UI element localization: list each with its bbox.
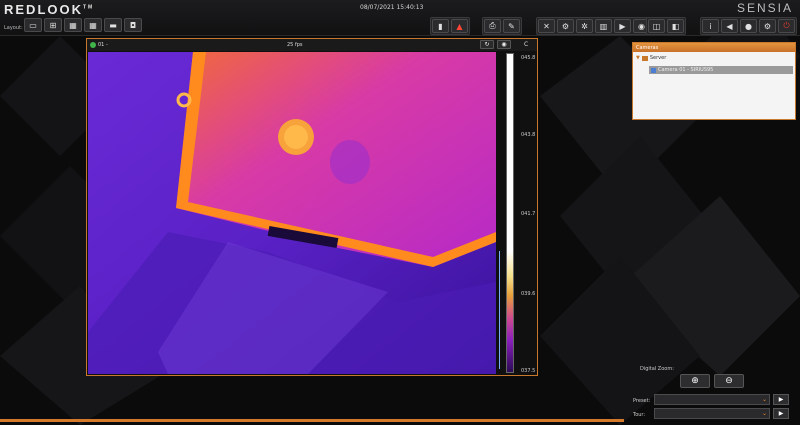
config-button[interactable]: ⚙ [759, 19, 776, 33]
zoom-in-button[interactable]: ⊕ [680, 374, 710, 388]
server-label: Server [649, 55, 667, 61]
sensia-brand: SENSIA [737, 1, 794, 15]
scale-range-marker[interactable] [499, 251, 503, 369]
layout-camera-view-button[interactable]: ◘ [124, 18, 142, 32]
camera-label: Camera 01 - SIRIUS95 [658, 67, 714, 73]
print-report-button[interactable]: ⎙ [484, 19, 501, 33]
scale-label-3: 041.7 [521, 211, 536, 217]
user-button[interactable]: ● [740, 19, 757, 33]
layout-left-button[interactable]: ◫ [648, 19, 665, 33]
layout-right-button[interactable]: ◧ [667, 19, 684, 33]
tools-button[interactable]: ✕ [538, 19, 555, 33]
settings-button[interactable]: ⚙ [557, 19, 574, 33]
datetime-display: 08/07/2021 15:40:13 [360, 4, 424, 11]
scale-label-2: 043.8 [521, 132, 536, 138]
mute-button[interactable]: ◀ [721, 19, 738, 33]
tour-label: Tour: [633, 412, 646, 418]
power-button[interactable]: ⏻ [778, 19, 795, 33]
tour-select[interactable]: ⌄ [654, 408, 770, 419]
snapshot-icon[interactable]: ◉ [497, 40, 511, 49]
bar-chart-button[interactable]: ▥ [595, 19, 612, 33]
report-group: ⎙ ✎ [482, 17, 522, 35]
chevron-down-icon: ⌄ [761, 396, 767, 403]
layout-grid-4x4-button[interactable]: ▦ [84, 18, 102, 32]
scale-label-max: 045.8 [521, 55, 536, 61]
playback-button[interactable]: ▶ [614, 19, 631, 33]
camera-icon [651, 67, 656, 73]
preset-select[interactable]: ⌄ [654, 394, 770, 405]
bottom-accent-line [0, 419, 624, 422]
server-icon [641, 55, 648, 61]
video-header: 01 - 25 fps ↻ ◉ C [87, 39, 537, 51]
video-panel[interactable]: 01 - 25 fps ↻ ◉ C 045.8 043.8 041.7 039.… [86, 38, 538, 376]
top-bar: REDLOOKTM 08/07/2021 15:40:13 SENSIA Lay… [0, 0, 800, 36]
cameras-panel-title: Cameras [633, 43, 795, 52]
layout-grid-3x3-button[interactable]: ▦ [64, 18, 82, 32]
camera-status-icon [90, 42, 96, 48]
chevron-down-icon: ⌄ [761, 410, 767, 417]
tools-group: ✕ ⚙ ✲ ▥ ▶ ◉ [536, 17, 652, 35]
analysis-button[interactable]: ✲ [576, 19, 593, 33]
system-group: i ◀ ● ⚙ ⏻ [700, 17, 797, 35]
layout-grid-2x2-button[interactable]: ⊞ [44, 18, 62, 32]
zoom-out-button[interactable]: ⊖ [714, 374, 744, 388]
alarm-group: ▮ ▲ [430, 17, 470, 35]
temperature-unit: C [524, 41, 529, 48]
tour-play-button[interactable]: ▶ [773, 408, 789, 419]
info-button[interactable]: i [702, 19, 719, 33]
layout-buttons: ▭ ⊞ ▦ ▦ ▬ ◘ [24, 18, 142, 32]
alarm-warning-button[interactable]: ▲ [451, 19, 468, 33]
preset-label: Preset: [633, 398, 651, 404]
tree-server-node[interactable]: ▼ Server [636, 55, 666, 61]
layout-toggle-group: ◫ ◧ [646, 17, 686, 35]
eraser-button[interactable]: ✎ [503, 19, 520, 33]
temperature-scale-bar [506, 53, 514, 373]
camera-id-label: 01 - [98, 42, 108, 48]
thermal-image[interactable] [88, 52, 496, 374]
layout-label: Layout: [4, 25, 23, 31]
digital-zoom-label: Digital Zoom: [640, 366, 674, 372]
tree-camera-node[interactable]: Camera 01 - SIRIUS95 [649, 66, 793, 74]
layout-single-view-button[interactable]: ▭ [24, 18, 42, 32]
redlook-logo: REDLOOKTM [4, 2, 95, 17]
expand-arrow-icon[interactable]: ▼ [636, 55, 640, 61]
refresh-icon[interactable]: ↻ [480, 40, 494, 49]
alarm-list-button[interactable]: ▮ [432, 19, 449, 33]
preset-play-button[interactable]: ▶ [773, 394, 789, 405]
layout-hide-bar-button[interactable]: ▬ [104, 18, 122, 32]
fps-label: 25 fps [287, 42, 303, 48]
scale-label-4: 039.6 [521, 291, 536, 297]
cameras-panel: Cameras ▼ Server Camera 01 - SIRIUS95 [632, 42, 796, 120]
scale-label-min: 037.5 [521, 368, 536, 374]
